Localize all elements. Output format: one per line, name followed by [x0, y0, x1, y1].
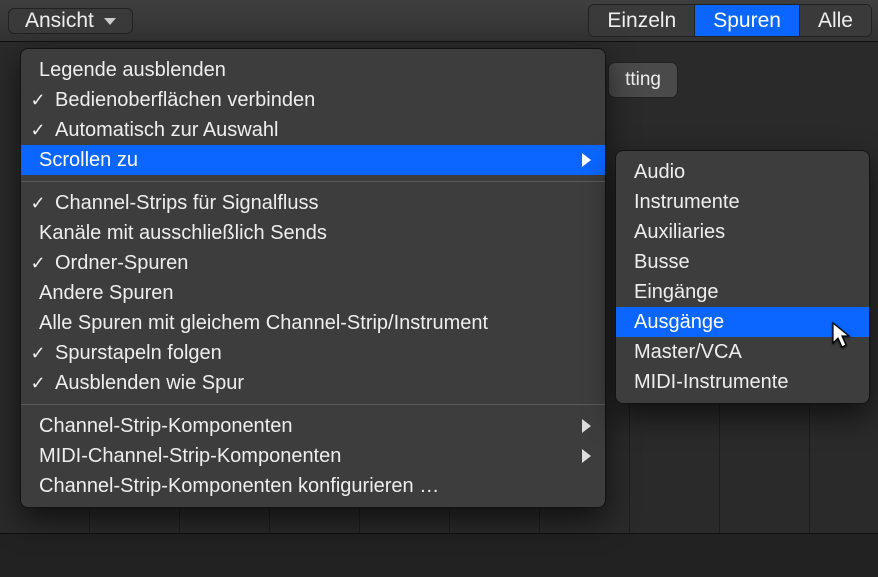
menu-item-label: Spurstapeln folgen — [55, 342, 591, 365]
menu-item-label: Automatisch zur Auswahl — [55, 119, 591, 142]
menu-item-label: Auxiliaries — [616, 221, 855, 244]
chevron-down-icon — [104, 18, 116, 25]
menu-item-g1-2[interactable]: ✓Automatisch zur Auswahl — [21, 115, 605, 145]
menu-item-g2-3[interactable]: Andere Spuren — [21, 278, 605, 308]
menu-item-label: MIDI-Channel-Strip-Komponenten — [21, 445, 572, 468]
submenu-item-7[interactable]: MIDI-Instrumente — [616, 367, 869, 397]
menu-item-g2-6[interactable]: ✓Ausblenden wie Spur — [21, 368, 605, 398]
menu-item-label: Kanäle mit ausschließlich Sends — [21, 222, 591, 245]
menu-separator — [21, 181, 605, 182]
mixer-bottom-strip — [0, 533, 878, 577]
scroll-to-submenu: Audio Instrumente Auxiliaries Busse Eingänge… — [615, 150, 870, 404]
submenu-item-1[interactable]: Instrumente — [616, 187, 869, 217]
seg-all[interactable]: Alle — [799, 5, 871, 36]
view-popup-label: Ansicht — [25, 9, 94, 33]
menu-item-label: Ordner-Spuren — [55, 252, 591, 275]
menu-item-label: Ausgänge — [616, 311, 855, 334]
menu-item-label: Scrollen zu — [21, 149, 572, 172]
menu-item-g3-0[interactable]: Channel-Strip-Komponenten — [21, 411, 605, 441]
submenu-item-4[interactable]: Eingänge — [616, 277, 869, 307]
menu-item-g1-3[interactable]: Scrollen zu — [21, 145, 605, 175]
submenu-item-6[interactable]: Master/VCA — [616, 337, 869, 367]
menu-item-label: Alle Spuren mit gleichem Channel-Strip/I… — [21, 312, 591, 335]
menu-item-label: Channel-Strip-Komponenten konfigurieren … — [21, 475, 591, 498]
menu-item-g2-1[interactable]: Kanäle mit ausschließlich Sends — [21, 218, 605, 248]
channel-strip-scope-segmented: Einzeln Spuren Alle — [588, 4, 872, 37]
submenu-item-0[interactable]: Audio — [616, 157, 869, 187]
checkmark-icon: ✓ — [21, 253, 55, 274]
checkmark-icon: ✓ — [21, 373, 55, 394]
menu-item-label: Instrumente — [616, 191, 855, 214]
view-menu: Legende ausblenden✓Bedienoberflächen ver… — [20, 48, 606, 508]
checkmark-icon: ✓ — [21, 343, 55, 364]
menu-item-g1-1[interactable]: ✓Bedienoberflächen verbinden — [21, 85, 605, 115]
submenu-item-5[interactable]: Ausgänge — [616, 307, 869, 337]
menu-item-label: Legende ausblenden — [21, 59, 591, 82]
submenu-item-3[interactable]: Busse — [616, 247, 869, 277]
menu-item-label: Busse — [616, 251, 855, 274]
menu-item-label: Ausblenden wie Spur — [55, 372, 591, 395]
menu-item-g2-5[interactable]: ✓Spurstapeln folgen — [21, 338, 605, 368]
menu-item-g2-4[interactable]: Alle Spuren mit gleichem Channel-Strip/I… — [21, 308, 605, 338]
seg-single[interactable]: Einzeln — [589, 5, 694, 36]
mixer-toolbar: Ansicht Einzeln Spuren Alle — [0, 0, 878, 42]
menu-item-g2-0[interactable]: ✓Channel-Strips für Signalfluss — [21, 188, 605, 218]
menu-item-g2-2[interactable]: ✓Ordner-Spuren — [21, 248, 605, 278]
menu-item-label: Channel-Strips für Signalfluss — [55, 192, 591, 215]
submenu-item-2[interactable]: Auxiliaries — [616, 217, 869, 247]
view-popup-button[interactable]: Ansicht — [8, 8, 133, 34]
menu-separator — [21, 404, 605, 405]
setting-chip[interactable]: tting — [608, 62, 678, 98]
menu-item-g3-1[interactable]: MIDI-Channel-Strip-Komponenten — [21, 441, 605, 471]
menu-item-g1-0[interactable]: Legende ausblenden — [21, 55, 605, 85]
checkmark-icon: ✓ — [21, 120, 55, 141]
submenu-arrow-icon — [582, 449, 591, 463]
submenu-arrow-icon — [582, 419, 591, 433]
menu-item-label: MIDI-Instrumente — [616, 371, 855, 394]
submenu-arrow-icon — [582, 153, 591, 167]
menu-item-label: Andere Spuren — [21, 282, 591, 305]
menu-item-label: Channel-Strip-Komponenten — [21, 415, 572, 438]
menu-item-label: Bedienoberflächen verbinden — [55, 89, 591, 112]
menu-item-label: Eingänge — [616, 281, 855, 304]
menu-item-label: Audio — [616, 161, 855, 184]
seg-tracks[interactable]: Spuren — [694, 5, 799, 36]
menu-item-label: Master/VCA — [616, 341, 855, 364]
checkmark-icon: ✓ — [21, 193, 55, 214]
menu-item-g3-2[interactable]: Channel-Strip-Komponenten konfigurieren … — [21, 471, 605, 501]
checkmark-icon: ✓ — [21, 90, 55, 111]
